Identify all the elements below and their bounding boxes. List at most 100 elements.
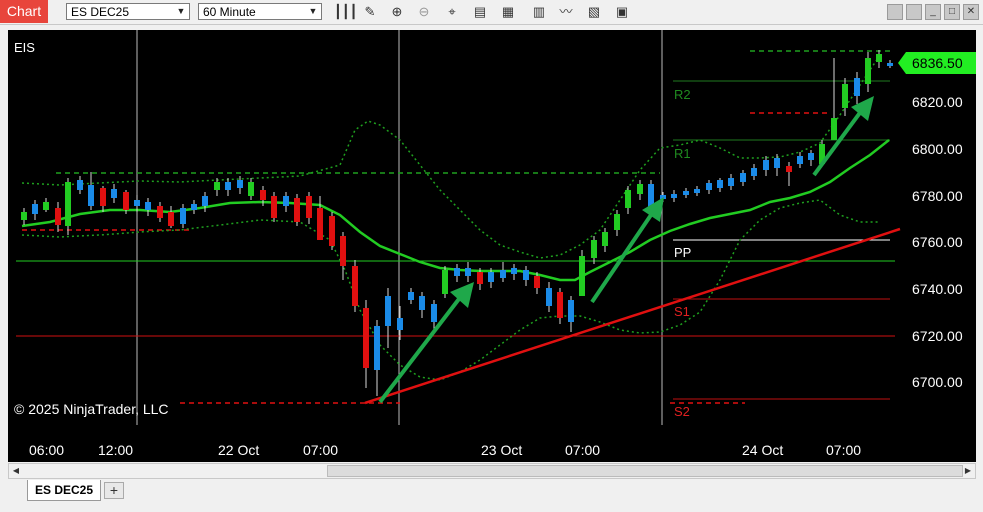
candle-body xyxy=(271,196,277,218)
price-axis-label: 6820.00 xyxy=(912,94,963,110)
time-axis-label: 06:00 xyxy=(29,442,64,458)
candle-body xyxy=(637,184,643,194)
candle-body xyxy=(168,212,174,226)
candle-body xyxy=(294,198,300,222)
candle-body xyxy=(706,183,712,190)
candle-body xyxy=(123,192,129,210)
time-axis-label: 07:00 xyxy=(565,442,600,458)
pivot-label-s2: S2 xyxy=(674,404,690,419)
candle-body xyxy=(568,300,574,322)
candle-body xyxy=(363,308,369,368)
pivot-label-s1: S1 xyxy=(674,304,690,319)
pivot-label-r1: R1 xyxy=(674,146,691,161)
time-axis: 06:00 12:00 22 Oct 07:00 23 Oct 07:00 24… xyxy=(29,442,861,458)
candle-body xyxy=(671,194,677,198)
candle-body xyxy=(260,190,266,200)
time-axis-label: 07:00 xyxy=(826,442,861,458)
price-axis-label: 6740.00 xyxy=(912,281,963,297)
candle-body xyxy=(831,118,837,140)
candle-body xyxy=(329,216,335,246)
candle-body xyxy=(352,266,358,306)
candle-body xyxy=(740,173,746,182)
candle-body xyxy=(340,236,346,266)
candle-body xyxy=(237,180,243,188)
price-axis: 6820.00 6800.00 6780.00 6760.00 6740.00 … xyxy=(912,94,963,390)
candle-body xyxy=(523,270,529,280)
candle-body xyxy=(887,63,893,66)
time-axis-label: 23 Oct xyxy=(481,442,522,458)
candle-body xyxy=(694,189,700,193)
scroll-left-icon[interactable]: ◀ xyxy=(9,464,23,478)
candle-body xyxy=(717,180,723,188)
candle-body xyxy=(751,168,757,176)
candle-body xyxy=(397,318,403,330)
candle-body xyxy=(465,268,471,276)
candle-body xyxy=(454,268,460,276)
candle-body xyxy=(488,272,494,282)
instrument-label: EIS xyxy=(14,40,35,55)
candle-body xyxy=(65,182,71,226)
candle-body xyxy=(774,158,780,168)
candle-body xyxy=(32,204,38,214)
price-chart[interactable]: R2 R1 PP S1 S2 6820.00 6800.00 6780.00 6… xyxy=(0,0,983,512)
horizontal-scrollbar[interactable]: ◀ ▶ xyxy=(8,463,976,479)
candle-body xyxy=(191,204,197,210)
candle-body xyxy=(88,185,94,206)
instrument-tab[interactable]: ES DEC25 xyxy=(27,480,101,501)
candle-body xyxy=(43,202,49,210)
price-axis-label: 6800.00 xyxy=(912,141,963,157)
candle-body xyxy=(546,288,552,306)
scrollbar-thumb[interactable] xyxy=(327,465,963,477)
candle-body xyxy=(317,208,323,240)
pivot-label-pp: PP xyxy=(674,245,691,260)
candle-body xyxy=(683,191,689,195)
candle-body xyxy=(591,240,597,258)
candle-body xyxy=(408,292,414,300)
candle-body xyxy=(500,270,506,278)
candle-body xyxy=(248,182,254,196)
candle-body xyxy=(306,196,312,218)
time-axis-label: 22 Oct xyxy=(218,442,259,458)
candle-body xyxy=(728,178,734,186)
candle-body xyxy=(763,160,769,170)
candle-body xyxy=(145,202,151,210)
candle-body xyxy=(431,304,437,322)
time-axis-label: 12:00 xyxy=(98,442,133,458)
candle-body xyxy=(77,180,83,190)
candle-body xyxy=(842,84,848,108)
candle-body xyxy=(225,182,231,190)
candle-body xyxy=(557,292,563,318)
candle-body xyxy=(625,190,631,208)
candle-body xyxy=(283,196,289,206)
pivot-label-r2: R2 xyxy=(674,87,691,102)
price-axis-label: 6720.00 xyxy=(912,328,963,344)
last-price-label: 6836.50 xyxy=(912,55,963,71)
candle-body xyxy=(876,54,882,62)
lower-band xyxy=(21,199,880,381)
candle-body xyxy=(854,78,860,96)
candle-body xyxy=(21,212,27,220)
price-axis-label: 6760.00 xyxy=(912,234,963,250)
copyright-text: © 2025 NinjaTrader, LLC xyxy=(14,401,169,417)
candle-body xyxy=(100,188,106,206)
candle-body xyxy=(614,214,620,230)
candlesticks xyxy=(21,50,893,396)
candle-body xyxy=(534,276,540,288)
candle-body xyxy=(477,272,483,284)
price-axis-label: 6700.00 xyxy=(912,374,963,390)
upper-band xyxy=(21,54,881,259)
scroll-right-icon[interactable]: ▶ xyxy=(961,464,975,478)
candle-body xyxy=(55,208,61,225)
candle-body xyxy=(602,232,608,246)
candle-body xyxy=(180,208,186,224)
price-axis-label: 6780.00 xyxy=(912,188,963,204)
candle-body xyxy=(419,296,425,310)
time-axis-label: 07:00 xyxy=(303,442,338,458)
candle-body xyxy=(214,182,220,190)
add-tab-button[interactable]: + xyxy=(104,482,124,499)
moving-average-line xyxy=(21,139,890,282)
candle-body xyxy=(797,156,803,164)
time-axis-label: 24 Oct xyxy=(742,442,783,458)
candle-body xyxy=(865,58,871,84)
candle-body xyxy=(111,189,117,198)
